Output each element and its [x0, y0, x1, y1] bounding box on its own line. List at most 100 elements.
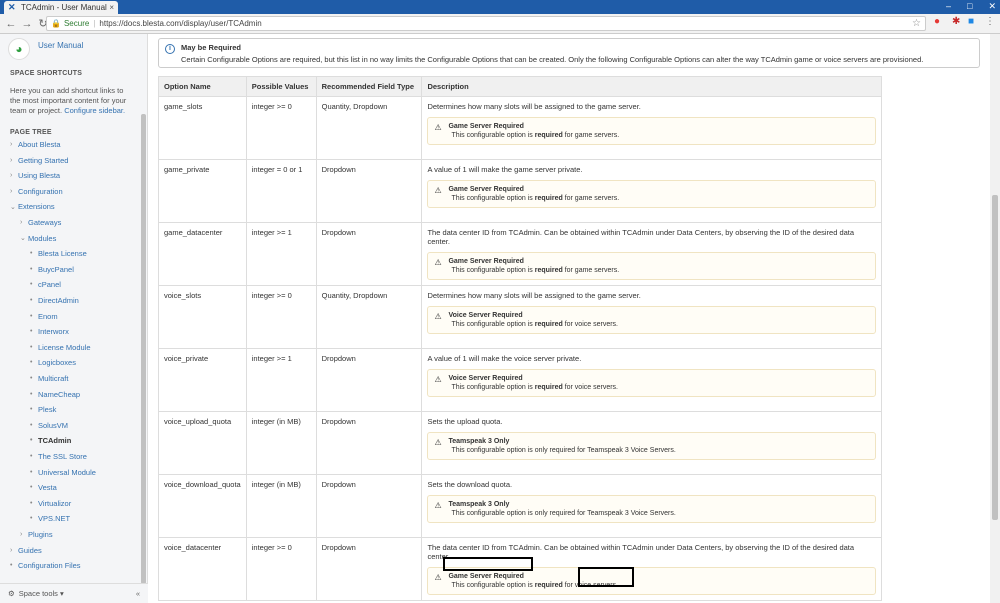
sidebar-item-multicraft[interactable]: • Multicraft: [30, 374, 68, 383]
table-row: game_datacenter integer >= 1 Dropdown The d…: [158, 222, 882, 286]
table-row: game_private integer = 0 or 1 Dropdown A va…: [158, 159, 882, 223]
sidebar-item-vps-net[interactable]: • VPS.NET: [30, 514, 70, 523]
sidebar-item-label: Enom: [38, 311, 58, 321]
close-window-icon[interactable]: ✕: [988, 1, 996, 12]
warning-text-pre: This configurable option is: [451, 267, 535, 274]
sidebar-item-plesk[interactable]: • Plesk: [30, 405, 56, 414]
minimize-icon[interactable]: –: [946, 1, 951, 12]
header-possible-values: Possible Values: [245, 76, 317, 97]
browser-tab[interactable]: ✕ TCAdmin - User Manual ×: [4, 1, 118, 14]
back-icon[interactable]: ←: [4, 18, 18, 30]
warning-panel: ⚠ Voice Server Required This configurable …: [427, 306, 876, 334]
sidebar-item-tcadmin[interactable]: • TCAdmin: [30, 436, 71, 445]
sidebar-item-label: Guides: [18, 545, 42, 555]
field-type-cell: Dropdown: [315, 348, 423, 412]
secure-label: Secure: [63, 19, 90, 28]
warning-text-bold: required: [534, 582, 563, 589]
sidebar-item-label: SolusVM: [38, 420, 69, 430]
sidebar-scroll-thumb[interactable]: [141, 114, 146, 584]
page-scroll-thumb[interactable]: [992, 195, 998, 520]
option-name-cell: game_datacenter: [158, 222, 247, 286]
sidebar-item-label: Configuration: [18, 186, 63, 196]
description-cell: Determines how many slots will be assign…: [421, 285, 882, 349]
space-logo-icon[interactable]: ◕: [8, 38, 30, 60]
bullet-icon: •: [30, 375, 33, 382]
sidebar-item-modules[interactable]: ⌄ Modules: [20, 234, 56, 243]
sidebar-item-label: Universal Module: [38, 467, 96, 477]
menu-icon[interactable]: ⋮: [985, 16, 995, 27]
sidebar-item-gateways[interactable]: › Gateways: [20, 218, 61, 227]
extension-badge-icon[interactable]: ■: [968, 16, 974, 27]
field-type-cell: Dropdown: [315, 159, 423, 223]
table-row: voice_download_quota integer (in MB) Dropd…: [158, 474, 882, 538]
sidebar-item-plugins[interactable]: › Plugins: [20, 530, 53, 539]
warning-text-post: for voice servers.: [562, 321, 618, 328]
chevron-down-icon[interactable]: ▾: [60, 589, 64, 598]
warning-text-bold: required: [534, 384, 563, 391]
bullet-icon: •: [30, 281, 33, 289]
description-cell: A value of 1 will make the voice server …: [421, 348, 882, 412]
close-tab-icon[interactable]: ×: [109, 3, 114, 12]
maximize-icon[interactable]: □: [967, 1, 972, 12]
forward-icon[interactable]: →: [20, 18, 34, 30]
possible-values-cell: integer >= 0: [245, 96, 317, 160]
bullet-icon: •: [30, 453, 33, 460]
description-cell: Sets the download quota. ⚠ Teamspeak 3 Onl…: [421, 474, 882, 538]
gear-icon[interactable]: ⚙: [8, 589, 15, 598]
sidebar-item-logicboxes[interactable]: • Logicboxes: [30, 358, 76, 367]
sidebar-item-label: License Module: [38, 342, 91, 352]
sidebar-item-configuration[interactable]: › Configuration: [10, 187, 63, 196]
main-content: i May be Required Certain Configurable O…: [150, 34, 988, 603]
page-tree-heading: PAGE TREE: [10, 129, 52, 136]
sidebar-item-interworx[interactable]: • Interworx: [30, 327, 69, 336]
warning-text-pre: This configurable option is: [451, 384, 535, 391]
sidebar-item-label: Blesta License: [38, 249, 87, 259]
field-type-cell: Dropdown: [315, 411, 423, 475]
sidebar-item-using-blesta[interactable]: › Using Blesta: [10, 171, 60, 180]
space-name-link[interactable]: User Manual: [38, 41, 83, 50]
info-panel: i May be Required Certain Configurable O…: [158, 38, 980, 68]
sidebar-item-about-blesta[interactable]: › About Blesta: [10, 140, 61, 149]
sidebar-item-the-ssl-store[interactable]: • The SSL Store: [30, 452, 87, 461]
adblock-extension-icon[interactable]: ✱: [952, 16, 960, 27]
warning-body: This configurable option is required for…: [448, 582, 869, 589]
configure-sidebar-link[interactable]: Configure sidebar.: [64, 106, 125, 115]
sidebar-item-extensions[interactable]: ⌄ Extensions: [10, 202, 55, 211]
secure-indicator[interactable]: 🔒 Secure: [51, 19, 89, 28]
collapse-sidebar-icon[interactable]: «: [136, 589, 140, 598]
sidebar-item-license-module[interactable]: • License Module: [30, 343, 91, 352]
warning-panel: ⚠ Teamspeak 3 Only This configurable optio…: [427, 495, 876, 523]
sidebar-item-directadmin[interactable]: • DirectAdmin: [30, 296, 79, 305]
sidebar-item-solusvm[interactable]: • SolusVM: [30, 421, 68, 430]
sidebar-item-configuration-files[interactable]: • Configuration Files: [10, 561, 81, 570]
sidebar-item-blesta-license[interactable]: • Blesta License: [30, 249, 87, 258]
sidebar-item-namecheap[interactable]: • NameCheap: [30, 390, 80, 399]
sidebar-item-cpanel[interactable]: • cPanel: [30, 280, 61, 289]
sidebar-item-virtualizor[interactable]: • Virtualizor: [30, 499, 71, 508]
warning-icon: ⚠: [434, 375, 442, 384]
url-text[interactable]: https://docs.blesta.com/display/user/TCA…: [99, 19, 261, 28]
space-shortcuts-heading: SPACE SHORTCUTS: [10, 70, 83, 77]
sidebar-item-label: Virtualizor: [38, 498, 72, 508]
field-type-cell: Dropdown: [315, 222, 423, 286]
address-bar[interactable]: 🔒 Secure | https://docs.blesta.com/displ…: [46, 16, 926, 31]
space-tools-button[interactable]: Space tools: [19, 589, 58, 598]
warning-title: Game Server Required: [448, 186, 524, 193]
sidebar-item-label: Multicraft: [38, 374, 69, 383]
sidebar-item-label: The SSL Store: [38, 452, 87, 461]
warning-text-pre: This configurable option is: [451, 132, 535, 139]
sidebar-item-buycpanel[interactable]: • BuycPanel: [30, 265, 74, 274]
bookmark-star-icon[interactable]: ☆: [912, 18, 921, 29]
sidebar-item-vesta[interactable]: • Vesta: [30, 483, 57, 492]
lock-icon: 🔒: [51, 19, 61, 28]
sidebar-item-getting-started[interactable]: › Getting Started: [10, 156, 68, 165]
possible-values-cell: integer >= 1: [245, 222, 317, 286]
sidebar-item-guides[interactable]: › Guides: [10, 546, 42, 555]
sidebar-item-label: Plugins: [28, 530, 53, 539]
sidebar-item-enom[interactable]: • Enom: [30, 312, 58, 321]
description-text: A value of 1 will make the voice server …: [427, 354, 582, 363]
opera-extension-icon[interactable]: ●: [934, 16, 940, 27]
sidebar-item-label: Extensions: [18, 202, 55, 212]
sidebar-item-universal-module[interactable]: • Universal Module: [30, 468, 96, 477]
warning-panel: ⚠ Game Server Required This configurable o…: [427, 252, 876, 280]
